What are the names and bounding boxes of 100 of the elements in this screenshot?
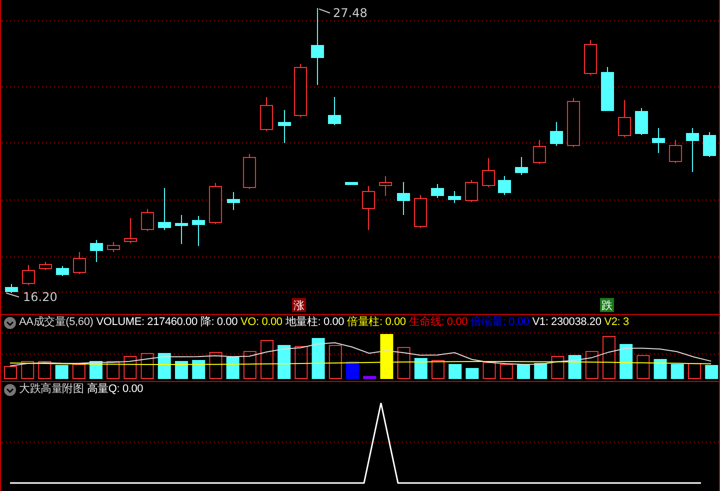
candlestick — [498, 176, 511, 196]
candlestick — [482, 158, 495, 188]
candlestick — [107, 242, 120, 252]
volume-bar — [466, 368, 479, 379]
candlestick — [601, 66, 614, 112]
indicator-readout: V2: 3 — [604, 315, 629, 330]
volume-bar — [500, 364, 513, 379]
candlestick — [294, 64, 307, 118]
candlestick — [465, 180, 478, 202]
indicator-readout: 降: 0.00 — [200, 315, 238, 330]
volume-bar — [209, 352, 222, 379]
volume-bar — [432, 360, 444, 379]
volume-bar — [636, 355, 650, 379]
indicator-title: 大跌高量附图 — [19, 382, 84, 397]
volume-bar — [21, 361, 34, 379]
candlestick — [192, 216, 205, 246]
indicator-readout: 地量柱: 0.00 — [285, 315, 344, 330]
candlestick — [22, 264, 35, 286]
volume-bar — [158, 353, 171, 379]
volume-bar — [260, 340, 274, 379]
volume-bar — [72, 364, 86, 379]
volume-bar — [670, 364, 684, 379]
volume-bar — [106, 361, 120, 379]
volume-bar — [551, 356, 564, 379]
volume-bar — [140, 353, 154, 379]
volume-bar — [55, 365, 68, 379]
indicator-title: AA成交量(5,60) — [19, 315, 94, 330]
candlestick — [584, 40, 597, 76]
volume-bar — [363, 376, 376, 379]
candlestick — [124, 218, 137, 244]
candlestick — [328, 96, 341, 126]
indicator-readout: 倍量柱: 0.00 — [347, 315, 406, 330]
volume-bar — [414, 358, 428, 379]
candlestick — [5, 284, 18, 294]
candlestick — [278, 110, 291, 144]
volume-bar — [90, 361, 102, 379]
volume-bar — [482, 362, 496, 379]
volume-bar — [397, 347, 410, 379]
candlestick — [362, 186, 375, 230]
volume-bar — [278, 345, 291, 379]
candlestick — [90, 240, 103, 262]
candlestick — [243, 154, 256, 190]
collapse-toggle-icon[interactable] — [4, 384, 16, 396]
volume-bar — [585, 351, 598, 379]
candlestick — [175, 214, 188, 244]
signal-marker: 涨 — [292, 298, 306, 312]
candlestick — [56, 266, 69, 276]
indicator-readout: V1: 230038.20 — [532, 315, 602, 330]
volume-bar — [124, 356, 137, 379]
volume-bar — [620, 344, 633, 379]
volume-bar — [568, 355, 582, 379]
volume-bar — [517, 364, 530, 379]
volume-bar — [534, 363, 548, 379]
candlestick — [431, 184, 444, 198]
volume-bar — [688, 363, 701, 379]
candlestick — [533, 140, 546, 164]
volume-bar — [243, 351, 256, 379]
candlestick — [550, 122, 563, 146]
volume-bar — [38, 361, 52, 379]
candlestick — [158, 188, 171, 230]
collapse-toggle-icon[interactable] — [4, 316, 16, 328]
candlestick — [141, 208, 154, 232]
candlestick — [73, 252, 86, 274]
indicator-readout: 高量Q: 0.00 — [86, 382, 144, 397]
volume-bar — [602, 336, 616, 379]
volume-bar — [4, 366, 17, 379]
volume-bar — [346, 361, 359, 379]
indicator-readout: 生命线: 0.00 — [408, 315, 468, 330]
volume-bar — [705, 365, 718, 379]
candlestick — [209, 182, 222, 224]
volume-bar — [328, 345, 342, 379]
indicator-readout: 倍缩量: 0.00 — [470, 315, 530, 330]
volume-bar — [175, 361, 188, 379]
candlestick — [652, 128, 665, 154]
candlestick — [703, 132, 716, 158]
candlestick — [379, 176, 392, 196]
candlestick — [567, 98, 580, 148]
high-price-label: 27.48 — [333, 6, 368, 20]
candlestick — [260, 96, 273, 132]
volume-bar — [192, 360, 206, 379]
indicator-readout: VOLUME: 217460.00 — [96, 315, 198, 330]
candlestick — [635, 108, 648, 136]
indicator-readout: VO: 0.00 — [240, 315, 282, 330]
candlestick — [515, 156, 528, 176]
candlestick — [686, 128, 699, 172]
volume-bar — [448, 364, 462, 379]
volume-bar — [380, 334, 394, 379]
candlestick — [448, 190, 461, 204]
candlestick — [618, 100, 631, 138]
candlestick — [414, 194, 427, 228]
candlestick — [345, 182, 358, 185]
volume-bar — [294, 346, 308, 379]
volume-bar — [226, 357, 240, 379]
signal-marker: 跌 — [600, 298, 614, 312]
candlestick — [227, 192, 240, 210]
volume-bar — [312, 338, 325, 379]
candlestick — [669, 140, 682, 164]
low-price-label: 16.20 — [23, 290, 58, 304]
volume-bar — [654, 359, 667, 379]
candlestick — [39, 262, 52, 270]
